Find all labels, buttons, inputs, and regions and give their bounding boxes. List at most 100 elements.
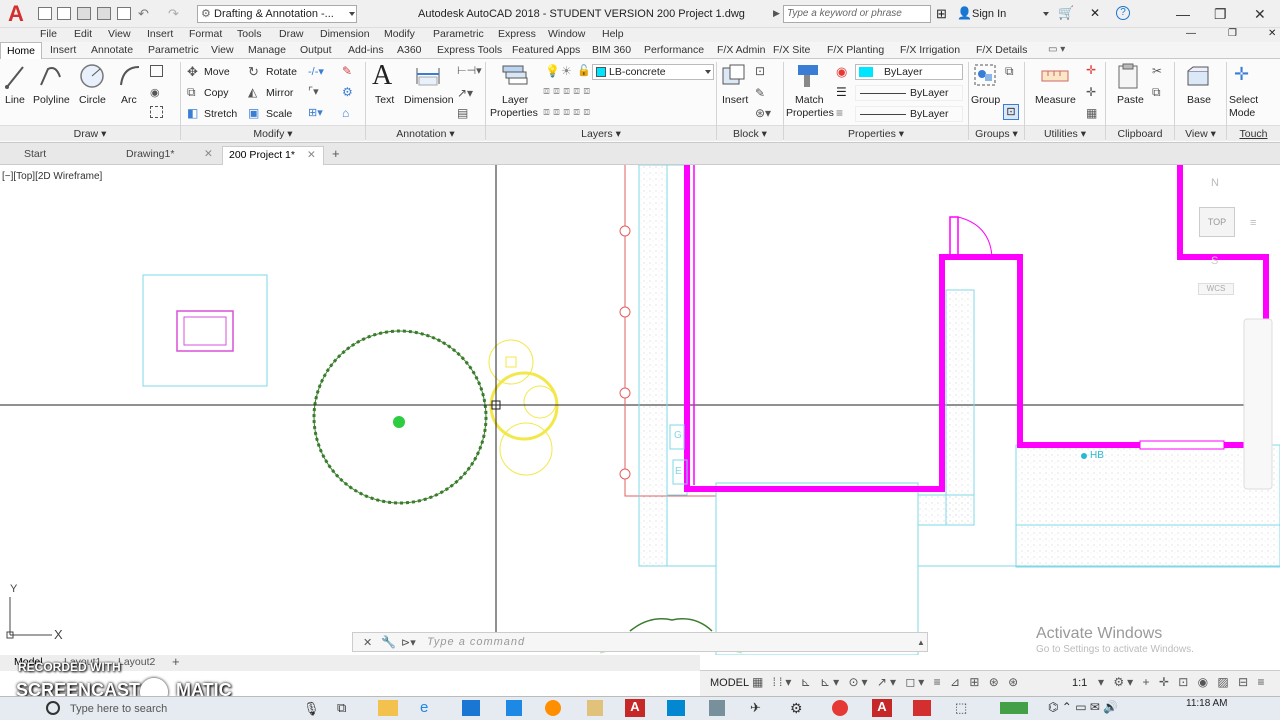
quick-select-icon[interactable]: ✛ xyxy=(1086,63,1096,77)
match-properties-icon[interactable] xyxy=(795,62,821,90)
menu-modify[interactable]: Modify xyxy=(384,28,415,40)
tab-fx-site[interactable]: F/X Site xyxy=(773,44,810,56)
file-tab-drawing1[interactable]: Drawing1* ✕ xyxy=(120,146,220,165)
layer-properties-label-2[interactable]: Properties xyxy=(490,107,538,119)
menu-draw[interactable]: Draw xyxy=(279,28,304,40)
new-file-icon[interactable] xyxy=(38,7,52,20)
dimension-button[interactable]: Dimension xyxy=(404,94,454,106)
close-tab-icon[interactable]: ✕ xyxy=(204,146,213,163)
menu-edit[interactable]: Edit xyxy=(74,28,92,40)
point-icon[interactable]: ✛ xyxy=(1086,85,1096,99)
hatch-icon[interactable]: ◉ xyxy=(150,86,163,99)
leader-icon[interactable]: ↗▾ xyxy=(457,86,473,100)
match-properties-label-1[interactable]: Match xyxy=(795,94,824,106)
menu-parametric[interactable]: Parametric xyxy=(433,28,484,40)
tab-output[interactable]: Output xyxy=(300,44,332,56)
close-tab-icon[interactable]: ✕ xyxy=(307,147,316,164)
restore-icon[interactable]: ❐ xyxy=(1214,6,1227,23)
explode-icon[interactable]: ⚙ xyxy=(342,85,353,99)
select-mode-icon[interactable]: ✛ xyxy=(1234,64,1249,85)
settings-icon[interactable]: ⚙ xyxy=(790,700,803,717)
linetype-dropdown[interactable]: ByLayer xyxy=(855,85,963,101)
app-icon[interactable] xyxy=(667,700,685,716)
annotation-panel-title[interactable]: Annotation ▾ xyxy=(366,125,485,141)
polyline-icon[interactable] xyxy=(38,63,64,91)
boundary-icon[interactable] xyxy=(150,106,163,118)
search-input[interactable]: Type a keyword or phrase xyxy=(783,5,931,23)
menu-express[interactable]: Express xyxy=(498,28,536,40)
measure-button[interactable]: Measure xyxy=(1035,94,1076,106)
task-view-icon[interactable]: ⧉ xyxy=(337,700,346,716)
open-file-icon[interactable] xyxy=(57,7,71,20)
linear-dim-icon[interactable]: ⊢⊣▾ xyxy=(457,64,482,77)
layer-tool-icon[interactable]: ⧈ ⧈ ⧈ ⧈ ⧈ xyxy=(543,106,590,119)
viewcube-south[interactable]: S xyxy=(1211,255,1218,267)
utilities-panel-title[interactable]: Utilities ▾ xyxy=(1025,125,1105,141)
taskbar-search-input[interactable]: Type here to search xyxy=(70,703,167,715)
menu-minimize-icon[interactable]: — xyxy=(1186,28,1196,39)
minimize-icon[interactable]: — xyxy=(1176,6,1190,22)
lineweight-icon[interactable]: ☰ xyxy=(836,85,847,99)
arc-icon[interactable] xyxy=(117,63,143,89)
text-button[interactable]: Text xyxy=(375,94,394,106)
dimension-icon[interactable] xyxy=(414,64,442,88)
tab-fx-admin[interactable]: F/X Admin xyxy=(717,44,765,56)
microphone-icon[interactable]: 🎙 xyxy=(303,701,320,717)
store-icon[interactable] xyxy=(506,700,522,716)
sign-in-button[interactable]: Sign In xyxy=(972,8,1006,20)
autocad-logo-icon[interactable]: A xyxy=(2,2,30,26)
battery-icon[interactable] xyxy=(1000,702,1028,714)
insert-block-icon[interactable] xyxy=(720,62,748,90)
command-history-icon[interactable]: ▲ xyxy=(917,638,925,647)
insert-button[interactable]: Insert xyxy=(722,94,748,106)
line-button[interactable]: Line xyxy=(5,94,25,106)
file-tab-start[interactable]: Start xyxy=(18,146,114,165)
tab-bim-360[interactable]: BIM 360 xyxy=(592,44,631,56)
save-as-icon[interactable] xyxy=(97,7,111,20)
command-input[interactable]: Type a command xyxy=(427,636,525,648)
paste-button[interactable]: Paste xyxy=(1117,94,1144,106)
user-icon[interactable]: 👤 xyxy=(957,6,972,20)
create-block-icon[interactable]: ⊡ xyxy=(755,64,765,78)
close-icon[interactable]: ✕ xyxy=(1254,6,1266,23)
erase-icon[interactable]: ✎ xyxy=(342,64,352,78)
workspace-dropdown[interactable]: ⚙ Drafting & Annotation -... xyxy=(197,5,357,23)
binoculars-icon[interactable]: ⊞ xyxy=(936,6,947,22)
tab-fx-planting[interactable]: F/X Planting xyxy=(827,44,884,56)
file-explorer-icon[interactable] xyxy=(378,700,398,716)
tab-home[interactable]: Home xyxy=(0,42,43,60)
fillet-icon[interactable]: ⌜▾ xyxy=(308,85,319,98)
command-prompt-icon[interactable]: ⊳▾ xyxy=(401,636,416,649)
offset-icon[interactable]: ⌂ xyxy=(342,106,349,120)
menu-restore-icon[interactable]: ❐ xyxy=(1228,28,1237,39)
menu-window[interactable]: Window xyxy=(548,28,585,40)
menu-insert[interactable]: Insert xyxy=(147,28,173,40)
undo-icon[interactable]: ↶ xyxy=(138,6,149,22)
polyline-button[interactable]: Polyline xyxy=(33,94,70,106)
group-select-icon[interactable]: ⊡ xyxy=(1003,104,1019,120)
draw-panel-title[interactable]: Draw ▾ xyxy=(0,125,180,141)
calculator-icon[interactable]: ▦ xyxy=(1086,106,1097,120)
system-tray-icons[interactable]: ⌬ ⌃ ▭ ✉ 🔊 xyxy=(1048,700,1118,714)
copy-clip-icon[interactable]: ⧉ xyxy=(1152,85,1161,100)
sun-icon[interactable]: ☀ xyxy=(561,64,572,78)
folder-icon[interactable] xyxy=(587,700,603,716)
tab-insert[interactable]: Insert xyxy=(50,44,76,56)
scale-button[interactable]: Scale xyxy=(266,108,292,120)
tab-fx-details[interactable]: F/X Details xyxy=(976,44,1027,56)
layer-properties-label-1[interactable]: Layer xyxy=(502,94,528,106)
text-icon[interactable]: A xyxy=(372,60,392,92)
app-icon[interactable]: ✈ xyxy=(750,700,761,716)
grid-snap-icons[interactable]: ▦ ⁞⁞▾ ⊾ ⊾▾ ⊙▾ ↗▾ ◻▾ ≡ ⊿ ⊞ ⊛ ⊛ xyxy=(752,675,1021,689)
ungroup-icon[interactable]: ⧉ xyxy=(1005,64,1014,79)
clock[interactable]: 11:18 AM xyxy=(1186,698,1228,709)
layer-properties-icon[interactable] xyxy=(500,62,530,90)
menu-tools[interactable]: Tools xyxy=(237,28,262,40)
chevron-down-icon[interactable] xyxy=(349,12,355,16)
edit-block-icon[interactable]: ✎ xyxy=(755,86,765,100)
save-icon[interactable] xyxy=(77,7,91,20)
new-tab-icon[interactable]: + xyxy=(332,146,340,161)
linetype-icon[interactable]: ≡ xyxy=(836,106,843,120)
rotate-button[interactable]: Rotate xyxy=(266,66,297,78)
acrobat-icon[interactable] xyxy=(913,700,931,716)
